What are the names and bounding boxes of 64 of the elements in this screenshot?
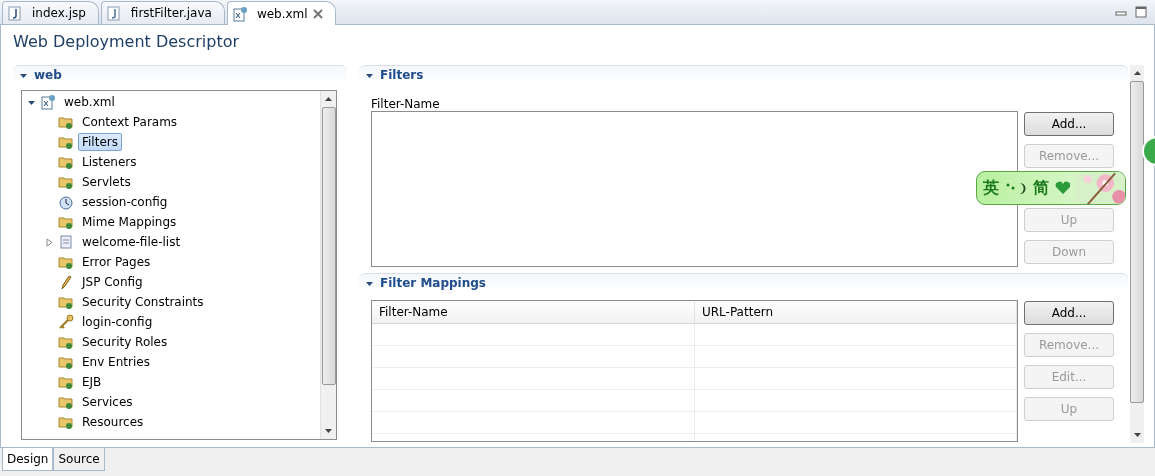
section-title: Filter Mappings	[380, 276, 486, 290]
tree-item[interactable]: Env Entries	[78, 353, 154, 371]
scroll-up-arrow-icon[interactable]	[1133, 71, 1141, 75]
tree-item[interactable]: Filters	[78, 133, 122, 151]
folder-icon	[58, 134, 74, 150]
key-icon	[58, 314, 74, 330]
scrollbar[interactable]	[1130, 65, 1144, 443]
scroll-down-arrow-icon[interactable]	[325, 429, 332, 433]
tree-item[interactable]: welcome-file-list	[78, 233, 185, 251]
clock-icon	[58, 194, 74, 210]
tree-item[interactable]: web.xml	[60, 93, 119, 111]
editor-tab[interactable]: firstFilter.java	[100, 1, 225, 24]
page-tab[interactable]: Source	[53, 448, 105, 471]
java-file-icon	[105, 5, 122, 21]
folder-icon	[58, 294, 74, 310]
editor-title: Web Deployment Descriptor	[12, 31, 241, 53]
scroll-up-arrow-icon[interactable]	[325, 97, 332, 101]
field-label: Filter-Name	[371, 97, 441, 111]
tree-item[interactable]: Listeners	[78, 153, 141, 171]
folder-icon	[58, 174, 74, 190]
xml-file-icon	[40, 94, 56, 110]
tree-item[interactable]: EJB	[78, 373, 106, 391]
punctuation-moon-icon[interactable]	[1005, 180, 1027, 196]
folder-icon	[58, 394, 74, 410]
close-icon[interactable]	[312, 8, 323, 19]
folder-icon	[58, 354, 74, 370]
page-tab[interactable]: Design	[2, 448, 54, 471]
language-toggle[interactable]: 英	[983, 177, 999, 199]
tree-item[interactable]: Security Roles	[78, 333, 172, 351]
tree-item[interactable]: Servlets	[78, 173, 135, 191]
folder-icon	[58, 334, 74, 350]
xml-file-icon	[231, 5, 248, 22]
folder-icon	[58, 214, 74, 230]
section-title: web	[34, 68, 62, 82]
folder-icon	[58, 254, 74, 270]
scroll-down-arrow-icon[interactable]	[1133, 433, 1141, 437]
folder-icon	[58, 374, 74, 390]
editor-tab[interactable]: web.xml	[226, 1, 336, 25]
scrollbar[interactable]	[320, 91, 336, 439]
editor-tab[interactable]: index.jsp	[2, 1, 99, 24]
tree-item[interactable]: Error Pages	[78, 253, 155, 271]
collapsed-arrow-icon[interactable]	[45, 237, 54, 247]
column-header[interactable]: Filter-Name	[372, 301, 695, 323]
tree-item[interactable]: JSP Config	[78, 273, 147, 291]
tree-item[interactable]: Resources	[78, 413, 148, 431]
section-title: Filters	[380, 68, 424, 82]
tree-item[interactable]: Security Constraints	[78, 293, 208, 311]
folder-icon	[58, 114, 74, 130]
tree-item[interactable]: Mime Mappings	[78, 213, 181, 231]
tree-item[interactable]: Context Params	[78, 113, 182, 131]
tree-item[interactable]: Services	[78, 393, 137, 411]
tree-item[interactable]: login-config	[78, 313, 157, 331]
pencil-icon	[58, 274, 74, 290]
maximize-icon[interactable]	[1135, 6, 1147, 18]
folder-icon	[58, 154, 74, 170]
page-icon	[58, 234, 74, 250]
script-toggle[interactable]: 简	[1032, 177, 1049, 199]
action-button[interactable]: Add...	[1024, 112, 1114, 136]
tree-item[interactable]: session-config	[78, 193, 172, 211]
jsp-file-icon	[7, 5, 23, 21]
heart-icon[interactable]	[1054, 181, 1071, 195]
column-header[interactable]: URL-Pattern	[695, 301, 1017, 323]
folder-icon	[58, 414, 74, 430]
action-button[interactable]: Add...	[1024, 301, 1114, 325]
